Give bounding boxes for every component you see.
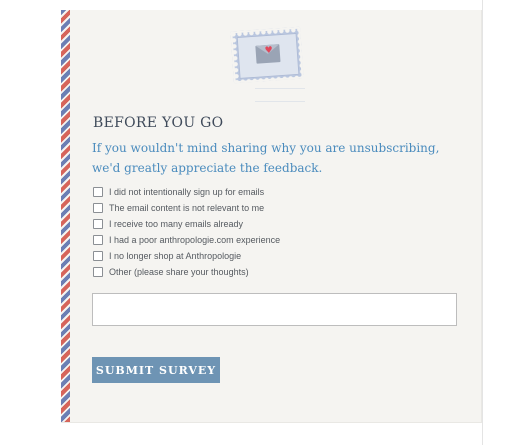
postmark-lines <box>255 88 305 102</box>
survey-title: BEFORE YOU GO <box>93 115 224 131</box>
feedback-textarea[interactable] <box>92 293 457 326</box>
checkbox[interactable] <box>93 203 103 213</box>
reason-option-label[interactable]: I no longer shop at Anthropologie <box>109 251 241 261</box>
reason-option-label[interactable]: I did not intentionally sign up for emai… <box>109 187 264 197</box>
survey-subtitle: If you wouldn't mind sharing why you are… <box>92 141 440 175</box>
reason-option[interactable]: I had a poor anthropologie.com experienc… <box>93 232 280 248</box>
submit-survey-button[interactable]: SUBMIT SURVEY <box>92 357 220 383</box>
envelope-heart-icon: ♥ <box>255 44 281 64</box>
reason-option[interactable]: I did not intentionally sign up for emai… <box>93 184 280 200</box>
reason-option[interactable]: Other (please share your thoughts) <box>93 264 280 280</box>
checkbox[interactable] <box>93 251 103 261</box>
checkbox[interactable] <box>93 219 103 229</box>
reason-option-label[interactable]: Other (please share your thoughts) <box>109 267 249 277</box>
reason-option-label[interactable]: I had a poor anthropologie.com experienc… <box>109 235 280 245</box>
reason-option[interactable]: I no longer shop at Anthropologie <box>93 248 280 264</box>
heart-icon: ♥ <box>264 45 274 57</box>
reason-options-list: I did not intentionally sign up for emai… <box>93 184 280 280</box>
reason-option[interactable]: The email content is not relevant to me <box>93 200 280 216</box>
reason-option-label[interactable]: I receive too many emails already <box>109 219 243 229</box>
checkbox[interactable] <box>93 187 103 197</box>
postage-stamp: ♥ <box>230 26 304 84</box>
airmail-stripe-border <box>61 10 70 422</box>
reason-option-label[interactable]: The email content is not relevant to me <box>109 203 264 213</box>
reason-option[interactable]: I receive too many emails already <box>93 216 280 232</box>
checkbox[interactable] <box>93 267 103 277</box>
checkbox[interactable] <box>93 235 103 245</box>
stamp-face: ♥ <box>236 32 300 79</box>
page-edge-divider <box>482 0 483 445</box>
